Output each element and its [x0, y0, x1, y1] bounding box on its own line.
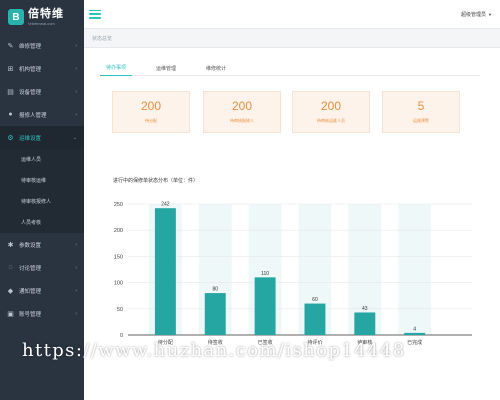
watermark-url: https://www.huzhan.com/ishop14448: [22, 340, 406, 361]
user-menu[interactable]: 超级管理员 ▼: [461, 11, 492, 18]
tab-repair-stats[interactable]: 维修统计: [200, 60, 232, 76]
bar-value-label: 242: [161, 202, 170, 208]
sidebar-item-params[interactable]: ✱ 参数设置 ›: [0, 233, 84, 256]
stat-card-pending-reporter[interactable]: 200 待审核报修人: [203, 91, 281, 133]
person-icon: ●: [8, 111, 13, 118]
chevron-icon: ›: [75, 264, 77, 271]
bar: [254, 277, 276, 335]
logo-mark-icon: B: [8, 9, 24, 25]
sidebar-item-notice[interactable]: ◆ 通知管理 ›: [0, 279, 84, 302]
bar: [304, 303, 326, 335]
y-tick-label: 250: [114, 202, 123, 208]
stat-label: 待审核运维人员: [317, 118, 345, 123]
stat-label: 待审核报修人: [230, 118, 254, 123]
sidebar-item-ops[interactable]: ⚙ 运维设置 ⌄: [0, 126, 84, 149]
sidebar-item-reporter[interactable]: ● 报修人管理 ›: [0, 103, 84, 126]
sidebar-item-repair[interactable]: ✎ 维修管理 ›: [0, 34, 84, 57]
caret-down-icon: ▼: [488, 12, 492, 17]
sidebar-subitem-pending-ops[interactable]: 待审核运维: [0, 170, 84, 191]
bar: [354, 312, 376, 335]
bar-value-label: 43: [362, 306, 368, 312]
sidebar-item-label: 机构管理: [19, 66, 42, 73]
sidebar-nav: ✎ 维修管理 › ⊞ 机构管理 › ▤ 设备管理 › ● 报修人管理 › ⚙ 运维设置 ⌄ 运维人员…: [0, 34, 84, 325]
bar-value-label: 80: [212, 287, 218, 293]
sidebar-subitem-staff[interactable]: 运维人员: [0, 149, 84, 170]
sidebar-item-label: 讨论管理: [19, 265, 42, 272]
x-tick-label: 已完成: [407, 339, 422, 346]
sitemap-icon: ⊞: [7, 65, 14, 73]
sidebar-item-label: 账号管理: [19, 311, 42, 318]
bar-value-label: 110: [261, 271, 269, 277]
chevron-icon: ›: [75, 42, 77, 49]
chevron-down-icon: ⌄: [72, 134, 77, 141]
tab-ops-management[interactable]: 运维管理: [150, 60, 182, 76]
breadcrumb-current: 状态总览: [92, 35, 113, 42]
chart-title: 进行中的保修单状态分布（单位：件）: [113, 178, 199, 184]
gear-icon: ⚙: [7, 134, 14, 142]
chevron-icon: ›: [75, 88, 77, 95]
brand-sub: Vrbetmeal.com: [28, 20, 55, 26]
sidebar-item-label: 运维设置: [19, 135, 42, 142]
chevron-icon: ›: [75, 287, 77, 294]
bar-chart: 050100150200250 242待分配80待签收110已签收60待评价43待…: [114, 202, 472, 346]
stat-label: 运维预警: [413, 118, 429, 123]
logo[interactable]: B 倍特维 Vrbetmeal.com: [0, 0, 84, 34]
y-tick-label: 50: [117, 307, 123, 313]
category-band: [398, 204, 432, 335]
sidebar-item-label: 通知管理: [19, 288, 42, 295]
breadcrumb: 状态总览: [84, 28, 500, 48]
chevron-icon: ›: [75, 241, 77, 248]
chevron-icon: ›: [75, 310, 77, 317]
stat-cards: 200 待分配 200 待审核报修人 200 待审核运维人员 5 运维预警: [112, 91, 464, 133]
y-tick-label: 100: [114, 281, 123, 287]
stat-card-unassigned[interactable]: 200 待分配: [112, 91, 190, 133]
chevron-icon: ›: [75, 111, 77, 118]
bar-value-label: 60: [312, 297, 318, 303]
y-tick-label: 150: [114, 254, 123, 260]
stat-card-ops-warning[interactable]: 5 运维预警: [382, 91, 460, 133]
chat-icon: ◌: [8, 264, 13, 271]
sidebar-subitem-assessment[interactable]: 人员考核: [0, 212, 84, 233]
sidebar-item-device[interactable]: ▤ 设备管理 ›: [0, 80, 84, 103]
wrench-icon: ✎: [7, 42, 14, 50]
stat-label: 待分配: [145, 118, 157, 123]
y-tick-label: 200: [114, 228, 123, 234]
sidebar-item-org[interactable]: ⊞ 机构管理 ›: [0, 57, 84, 80]
brand-name: 倍特维: [28, 7, 64, 20]
user-name: 超级管理员: [461, 12, 487, 18]
stat-value: 200: [231, 99, 253, 113]
sidebar-item-discussion[interactable]: ◌ 讨论管理 ›: [0, 256, 84, 279]
top-header: 超级管理员 ▼: [84, 0, 500, 28]
stat-value: 200: [140, 99, 162, 113]
bar-value-label: 4: [413, 326, 416, 332]
bar: [204, 293, 226, 335]
stat-value: 200: [320, 99, 342, 113]
sidebar-item-label: 维修管理: [19, 43, 42, 50]
tab-todo[interactable]: 待办事项: [100, 60, 133, 76]
y-tick-label: 0: [120, 333, 123, 339]
account-icon: ▣: [7, 310, 14, 318]
settings-icon: ✱: [7, 241, 14, 249]
bell-icon: ◆: [7, 287, 14, 295]
menu-toggle-icon[interactable]: [89, 9, 101, 19]
sidebar-item-label: 报修人管理: [19, 112, 47, 119]
sidebar-item-account[interactable]: ▣ 账号管理 ›: [0, 302, 84, 325]
bar: [154, 208, 176, 335]
chevron-icon: ›: [75, 65, 77, 72]
stat-value: 5: [417, 99, 425, 113]
sidebar-subitem-pending-reporter[interactable]: 待审核报修人: [0, 191, 84, 212]
stat-card-pending-ops[interactable]: 200 待审核运维人员: [292, 91, 370, 133]
sidebar-item-label: 参数设置: [19, 242, 42, 249]
tab-bar: 待办事项 运维管理 维修统计: [100, 60, 480, 76]
bar: [404, 332, 426, 335]
device-icon: ▤: [7, 88, 14, 96]
sidebar-item-label: 设备管理: [19, 89, 42, 96]
